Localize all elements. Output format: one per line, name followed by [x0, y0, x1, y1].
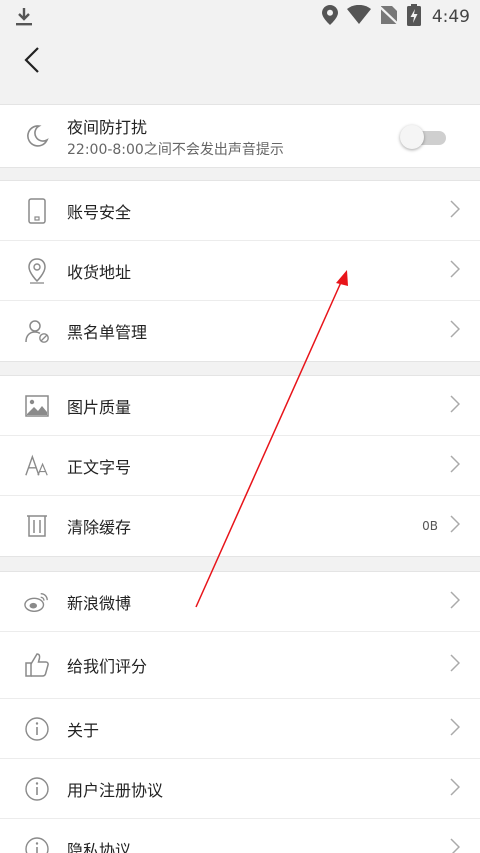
settings-item-font-size[interactable]: 正文字号 — [0, 436, 480, 496]
night-mode-subtitle: 22:00-8:00之间不会发出声音提示 — [67, 142, 284, 158]
settings-item-label: 隐私协议 — [67, 841, 132, 853]
chevron-right-icon — [450, 777, 461, 800]
chevron-right-icon — [450, 259, 461, 282]
cache-size-value: 0B — [422, 519, 438, 533]
settings-item-label: 新浪微博 — [67, 593, 132, 613]
settings-item-label: 给我们评分 — [67, 657, 148, 676]
settings-item-label: 清除缓存 — [67, 518, 132, 537]
settings-item-label: 黑名单管理 — [67, 323, 148, 342]
settings-item-label: 账号安全 — [67, 202, 132, 222]
settings-item-user-agreement[interactable]: 用户注册协议 — [0, 759, 480, 819]
no-sim-icon — [379, 5, 399, 29]
toggle-knob — [400, 125, 424, 149]
settings-item-shipping-address[interactable]: 收货地址 — [0, 241, 480, 301]
wifi-icon — [346, 4, 371, 29]
settings-item-label: 用户注册协议 — [67, 780, 164, 800]
battery-charging-icon — [406, 4, 421, 30]
status-bar: 4:49 — [0, 0, 480, 34]
chevron-right-icon — [450, 454, 461, 477]
settings-item-label: 正文字号 — [67, 457, 132, 477]
chevron-left-icon — [23, 46, 41, 78]
moon-icon — [24, 123, 50, 149]
settings-item-label: 收货地址 — [67, 262, 132, 282]
settings-item-image-quality[interactable]: 图片质量 — [0, 376, 480, 436]
download-icon — [14, 7, 34, 31]
settings-item-clear-cache[interactable]: 清除缓存 0B — [0, 496, 480, 556]
night-mode-title: 夜间防打扰 — [67, 118, 148, 137]
info-icon — [24, 776, 50, 802]
night-mode-section: 夜间防打扰 22:00-8:00之间不会发出声音提示 — [0, 104, 480, 168]
chevron-right-icon — [450, 717, 461, 740]
thumbs-up-icon — [24, 652, 50, 678]
about-section: 新浪微博 给我们评分 关于 用户注册协议 隐私协议 — [0, 571, 480, 853]
chevron-right-icon — [450, 590, 461, 613]
location-pin-icon — [24, 257, 50, 284]
settings-item-privacy-policy[interactable]: 隐私协议 — [0, 819, 480, 853]
font-size-icon — [24, 453, 50, 479]
night-mode-toggle[interactable] — [400, 125, 446, 149]
weibo-icon — [24, 589, 50, 615]
chevron-right-icon — [450, 838, 461, 853]
back-button[interactable] — [12, 42, 52, 82]
chevron-right-icon — [450, 320, 461, 342]
info-icon — [24, 836, 50, 853]
info-icon — [24, 716, 50, 742]
trash-icon — [24, 513, 50, 539]
chevron-right-icon — [450, 394, 461, 417]
settings-item-label: 图片质量 — [67, 397, 132, 417]
night-mode-row: 夜间防打扰 22:00-8:00之间不会发出声音提示 — [0, 105, 480, 167]
settings-item-blacklist[interactable]: 黑名单管理 — [0, 301, 480, 361]
settings-item-label: 关于 — [67, 720, 100, 740]
settings-item-rate-us[interactable]: 给我们评分 — [0, 632, 480, 699]
chevron-right-icon — [450, 654, 461, 676]
clock: 4:49 — [431, 7, 470, 27]
settings-item-account-security[interactable]: 账号安全 — [0, 181, 480, 241]
chevron-right-icon — [450, 199, 461, 222]
settings-item-about[interactable]: 关于 — [0, 699, 480, 759]
location-icon — [321, 5, 338, 29]
phone-icon — [24, 197, 50, 224]
settings-item-sina-weibo[interactable]: 新浪微博 — [0, 572, 480, 632]
account-section: 账号安全 收货地址 黑名单管理 — [0, 180, 480, 362]
user-block-icon — [24, 318, 50, 344]
image-icon — [24, 393, 50, 419]
app-bar — [0, 34, 480, 90]
display-section: 图片质量 正文字号 清除缓存 0B — [0, 375, 480, 557]
chevron-right-icon — [450, 515, 461, 537]
